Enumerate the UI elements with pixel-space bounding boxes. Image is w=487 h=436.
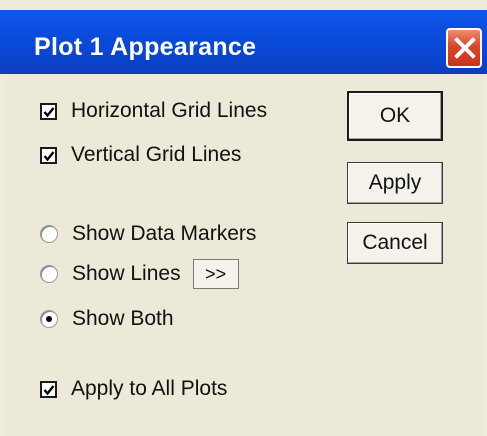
show-both-label: Show Both — [72, 307, 174, 330]
plot-appearance-dialog: Plot 1 Appearance Horizontal Grid Lines … — [0, 0, 487, 436]
apply-all-checkbox[interactable] — [40, 380, 57, 398]
dialog-body: Horizontal Grid Lines Vertical Grid Line… — [6, 74, 484, 436]
show-lines-option[interactable]: Show Lines >> — [40, 259, 239, 289]
show-lines-radio[interactable] — [40, 265, 58, 283]
close-button[interactable] — [446, 28, 482, 68]
ok-button[interactable]: OK — [347, 91, 443, 141]
show-data-markers-option[interactable]: Show Data Markers — [40, 219, 256, 249]
title-bar[interactable]: Plot 1 Appearance — [0, 10, 487, 74]
show-both-option[interactable]: Show Both — [40, 304, 174, 334]
show-data-markers-radio[interactable] — [40, 225, 58, 243]
checkmark-icon — [43, 106, 55, 117]
apply-all-option[interactable]: Apply to All Plots — [40, 374, 227, 404]
dialog-title: Plot 1 Appearance — [34, 33, 257, 61]
checkmark-icon — [43, 384, 55, 395]
horizontal-grid-option[interactable]: Horizontal Grid Lines — [40, 96, 267, 126]
horizontal-grid-checkbox[interactable] — [40, 102, 57, 120]
checkmark-icon — [43, 150, 55, 161]
vertical-grid-option[interactable]: Vertical Grid Lines — [40, 140, 241, 170]
apply-button[interactable]: Apply — [347, 162, 443, 204]
radio-selected-dot — [46, 316, 52, 322]
apply-all-label: Apply to All Plots — [71, 377, 228, 400]
close-icon — [454, 37, 476, 59]
show-both-radio[interactable] — [40, 310, 58, 328]
line-options-button[interactable]: >> — [192, 259, 239, 289]
horizontal-grid-label: Horizontal Grid Lines — [71, 99, 268, 122]
show-lines-label: Show Lines — [72, 262, 181, 285]
vertical-grid-label: Vertical Grid Lines — [71, 143, 242, 166]
cancel-button[interactable]: Cancel — [347, 222, 443, 264]
show-data-markers-label: Show Data Markers — [72, 222, 257, 245]
vertical-grid-checkbox[interactable] — [40, 146, 57, 164]
